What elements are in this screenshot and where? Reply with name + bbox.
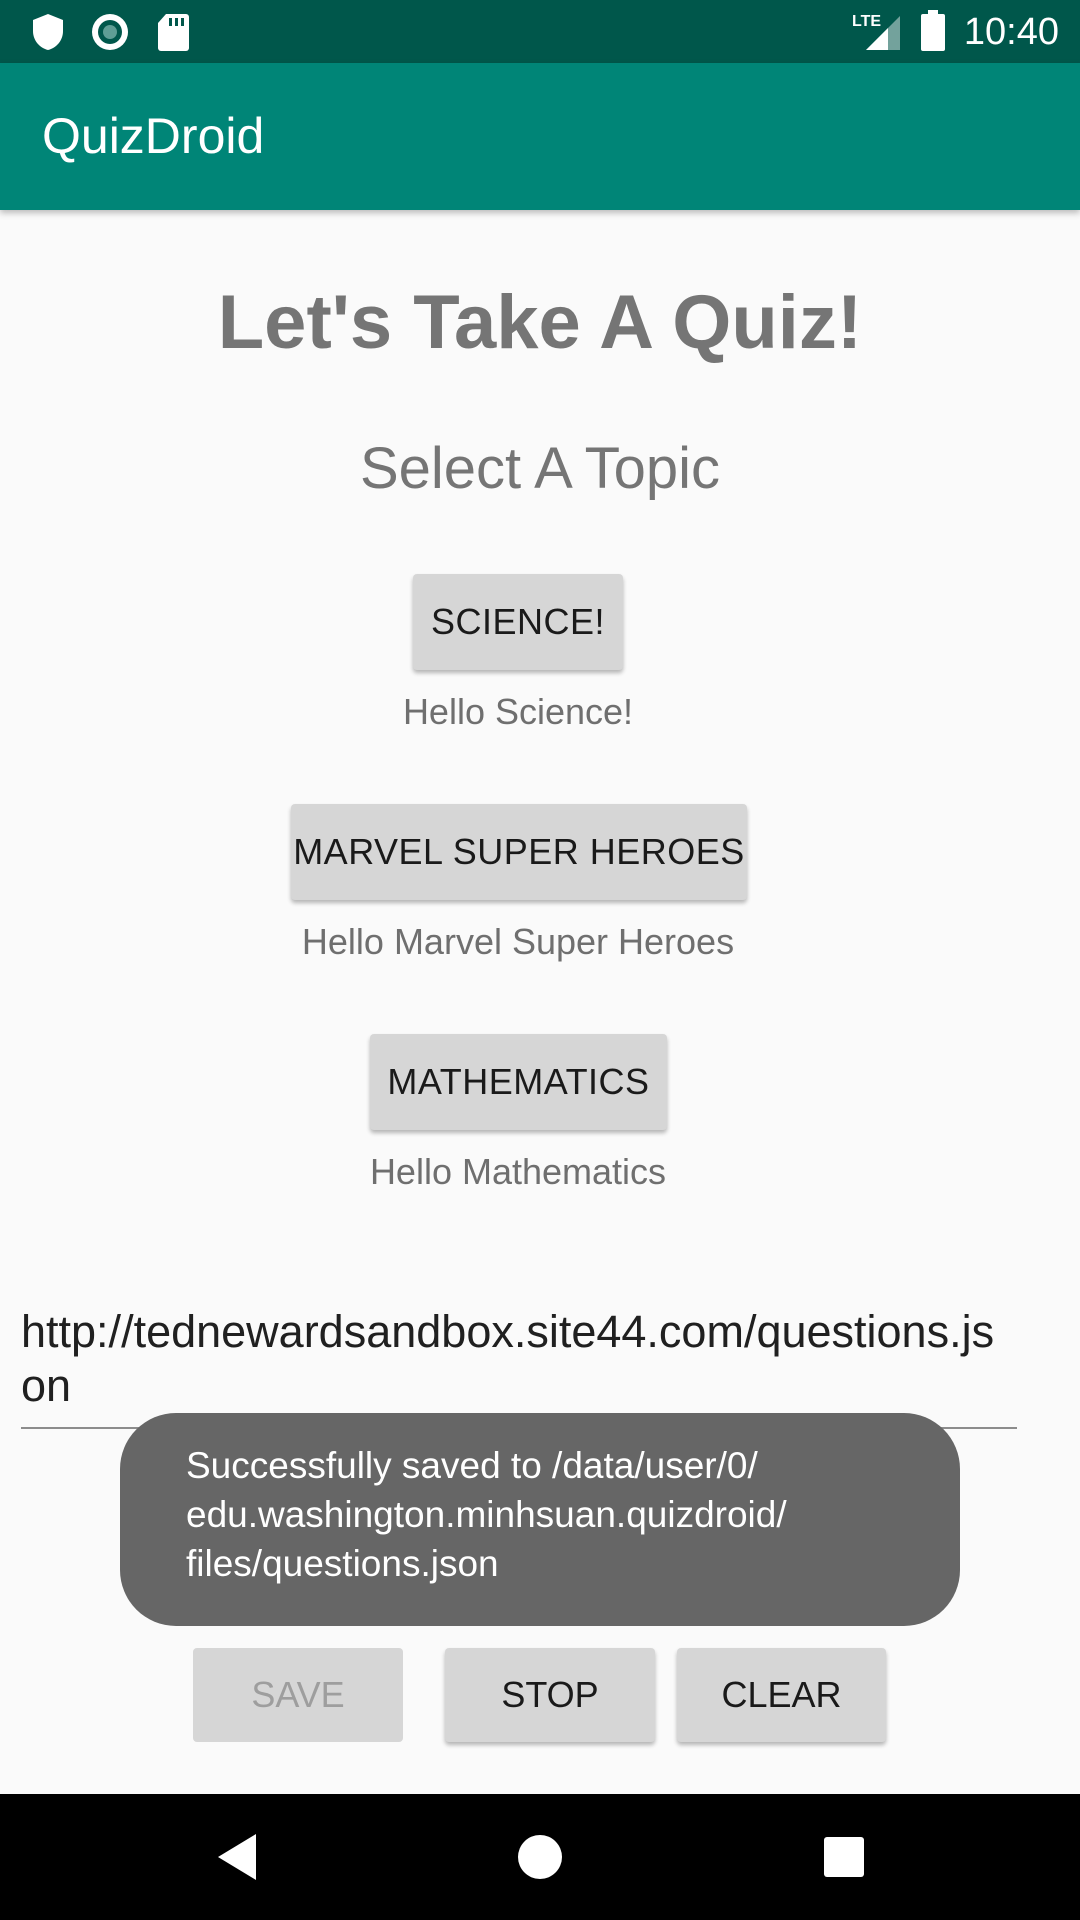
save-button[interactable]: SAVE: [193, 1648, 403, 1742]
signal-icon: LTE: [852, 10, 902, 57]
status-time: 10:40: [963, 11, 1059, 53]
science-topic-description: Hello Science!: [402, 691, 634, 732]
navigation-bar: [0, 1794, 1080, 1920]
recents-icon[interactable]: [811, 1824, 877, 1890]
screen: LTE 10:40 QuizDroid Let's Take A Quiz! S…: [0, 0, 1080, 1920]
section-subtitle: Select A Topic: [359, 436, 721, 501]
sd-card-icon: [156, 12, 190, 57]
app-title: QuizDroid: [42, 108, 265, 164]
back-icon[interactable]: [204, 1824, 270, 1890]
mathematics-topic-button[interactable]: MATHEMATICS: [370, 1034, 667, 1130]
toast-line: Successfully saved to /data/user/0/: [186, 1445, 758, 1486]
battery-icon: [920, 10, 946, 57]
shield-icon: [30, 12, 66, 57]
toast-line: edu.washington.minhsuan.quizdroid/: [186, 1494, 787, 1535]
clear-button[interactable]: CLEAR: [677, 1648, 886, 1742]
marvel-topic-description: Hello Marvel Super Heroes: [301, 921, 735, 962]
page-title: Let's Take A Quiz!: [217, 280, 863, 365]
app-bar: QuizDroid: [0, 63, 1080, 210]
toast-line: files/questions.json: [186, 1543, 499, 1584]
marvel-topic-button[interactable]: MARVEL SUPER HEROES: [291, 804, 747, 900]
mathematics-topic-description: Hello Mathematics: [369, 1151, 667, 1192]
sync-icon: [90, 12, 130, 57]
toast-message: Successfully saved to /data/user/0/ edu.…: [120, 1413, 960, 1626]
stop-button[interactable]: STOP: [445, 1648, 655, 1742]
home-icon[interactable]: [507, 1824, 573, 1890]
science-topic-button[interactable]: SCIENCE!: [413, 574, 623, 670]
url-input[interactable]: http://tednewardsandbox.site44.com/quest…: [21, 1305, 1017, 1429]
status-bar: LTE 10:40: [0, 0, 1080, 63]
network-type-label: LTE: [852, 13, 881, 30]
